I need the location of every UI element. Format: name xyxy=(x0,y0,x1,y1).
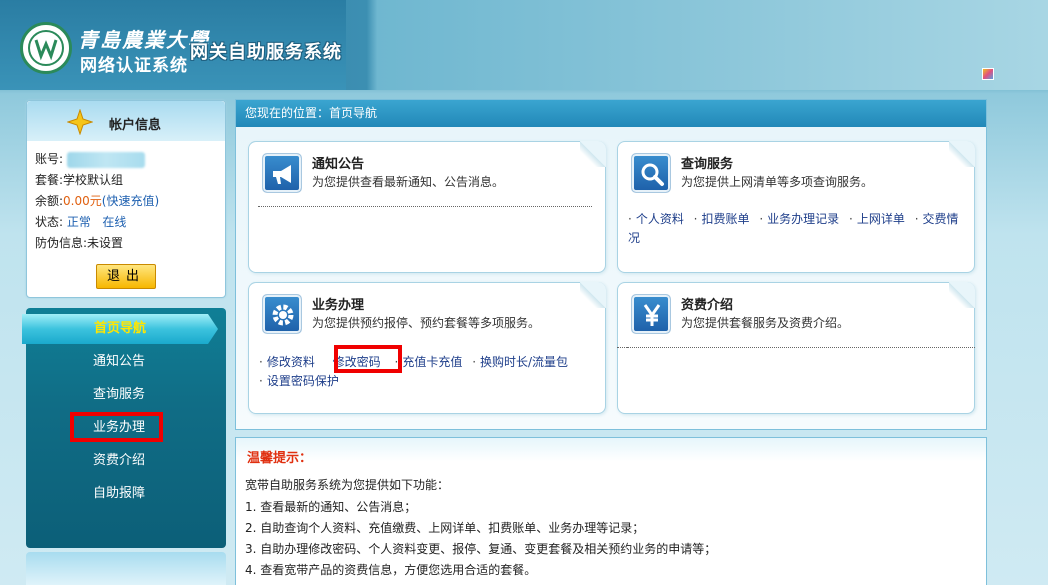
tips-intro: 宽带自助服务系统为您提供如下功能： xyxy=(245,478,450,492)
card-divider xyxy=(617,347,975,348)
main-content: 通知公告 为您提供查看最新通知、公告消息。 查询服务 为您提供上网清单等多项查询… xyxy=(236,127,986,429)
bullet: · xyxy=(259,355,263,369)
package-value: 学校默认组 xyxy=(63,173,124,187)
status-row: 状态: 正常 在线 xyxy=(35,212,225,233)
page-root: 青島農業大學 网络认证系统 网关自助服务系统 帐户信息 账号: 套餐:学校默认组… xyxy=(0,0,1048,585)
package-label: 套餐: xyxy=(35,173,64,187)
package-row: 套餐:学校默认组 xyxy=(35,170,225,191)
tips-title: 温馨提示： xyxy=(247,451,313,466)
card-title: 业务办理 xyxy=(312,298,365,313)
left-bottom-panel xyxy=(26,552,226,585)
card-notices[interactable]: 通知公告 为您提供查看最新通知、公告消息。 xyxy=(248,141,606,273)
bullet: · xyxy=(849,212,853,226)
card-business[interactable]: 业务办理 为您提供预约报停、预约套餐等多项服务。 · 修改资料 修改密码 · 充值卡… xyxy=(248,282,606,414)
account-label: 账号: xyxy=(35,152,64,166)
card-links: · 个人资料 · 扣费账单 · 业务办理记录 · 上网详单 · 交费情况 xyxy=(628,210,960,248)
tips-item: 1. 查看最新的通知、公告消息； xyxy=(245,500,417,514)
anti-fraud-label: 防伪信息: xyxy=(35,236,88,250)
card-title: 通知公告 xyxy=(312,157,365,172)
card-divider xyxy=(258,206,592,207)
nav-item-fault-report[interactable]: 自助报障 xyxy=(26,480,212,508)
quick-recharge-link[interactable]: (快速充值) xyxy=(102,194,159,208)
link-password-protection[interactable]: 设置密码保护 xyxy=(267,374,339,388)
tips-item: 2. 自助查询个人资料、充值缴费、上网详单、扣费账单、业务办理等记录； xyxy=(245,521,645,535)
account-info-title: 帐户信息 xyxy=(109,118,162,133)
card-desc: 为您提供预约报停、预约套餐等多项服务。 xyxy=(312,316,541,330)
corner-app-icon[interactable] xyxy=(982,68,994,80)
card-desc: 为您提供上网清单等多项查询服务。 xyxy=(681,175,874,189)
account-value-redacted xyxy=(66,151,145,168)
gear-icon xyxy=(262,294,302,334)
tips-item: 4. 查看宽带产品的资费信息，方便您选用合适的套餐。 xyxy=(245,563,537,577)
bullet: · xyxy=(259,374,263,388)
magnifier-icon xyxy=(631,153,671,193)
nav-item-notices[interactable]: 通知公告 xyxy=(26,348,212,376)
link-personal-info[interactable]: 个人资料 xyxy=(636,212,684,226)
status-value: 正常 xyxy=(66,215,91,229)
bullet: · xyxy=(914,212,919,226)
location-breadcrumb: 您现在的位置：首页导航 xyxy=(236,100,986,127)
card-desc: 为您提供套餐服务及资费介绍。 xyxy=(681,316,850,330)
nav-item-home[interactable]: 首页导航 xyxy=(22,314,218,344)
card-title: 查询服务 xyxy=(681,157,734,172)
tips-panel: 温馨提示： 宽带自助服务系统为您提供如下功能： 1. 查看最新的通知、公告消息；… xyxy=(235,437,987,585)
anti-fraud-row: 防伪信息:未设置 xyxy=(35,233,225,254)
card-pricing[interactable]: 资费介绍 为您提供套餐服务及资费介绍。 xyxy=(617,282,975,414)
balance-value: 0.00元 xyxy=(63,194,102,208)
nav-item-pricing[interactable]: 资费介绍 xyxy=(26,447,212,475)
online-value: 在线 xyxy=(102,215,127,229)
status-label: 状态: xyxy=(35,215,64,229)
account-info-header: 帐户信息 xyxy=(27,101,225,141)
card-title: 资费介绍 xyxy=(681,298,734,313)
account-row: 账号: xyxy=(35,149,225,170)
link-business-records[interactable]: 业务办理记录 xyxy=(767,212,839,226)
nav-item-query[interactable]: 查询服务 xyxy=(26,381,212,409)
account-info-panel: 帐户信息 账号: 套餐:学校默认组 余额:0.00元(快速充值) 状态: 正常 … xyxy=(26,100,226,298)
main-panel: 您现在的位置：首页导航 通知公告 为您提供查看最新通知、公告消息。 查询服务 为… xyxy=(235,99,987,430)
yen-icon xyxy=(631,294,671,334)
change-password-highlight-box xyxy=(334,345,402,373)
balance-row: 余额:0.00元(快速充值) xyxy=(35,191,225,212)
link-edit-profile[interactable]: 修改资料 xyxy=(267,355,315,369)
tips-item: 3. 自助办理修改密码、个人资料变更、报停、复通、变更套餐及相关预约业务的申请等… xyxy=(245,542,717,556)
system-name: 网络认证系统 xyxy=(80,56,188,76)
star-icon xyxy=(67,109,93,135)
system-title: 网关自助服务系统 xyxy=(190,42,342,63)
bullet: · xyxy=(628,212,632,226)
link-billing[interactable]: 扣费账单 xyxy=(702,212,750,226)
anti-fraud-value: 未设置 xyxy=(87,236,124,250)
header-banner: 青島農業大學 网络认证系统 网关自助服务系统 xyxy=(0,0,1048,90)
link-online-details[interactable]: 上网详单 xyxy=(857,212,905,226)
bullet: · xyxy=(693,212,698,226)
megaphone-icon xyxy=(262,153,302,193)
card-desc: 为您提供查看最新通知、公告消息。 xyxy=(312,175,505,189)
link-buy-time-data[interactable]: 换购时长/流量包 xyxy=(480,355,568,369)
bullet: · xyxy=(472,355,477,369)
balance-label: 余额: xyxy=(35,194,64,208)
bullet: · xyxy=(759,212,764,226)
link-card-recharge[interactable]: 充值卡充值 xyxy=(402,355,462,369)
card-links: · 修改资料 修改密码 · 充值卡充值 · 换购时长/流量包 · 设置密码保护 xyxy=(259,353,591,391)
nav-business-highlight-box xyxy=(70,412,163,442)
card-query[interactable]: 查询服务 为您提供上网清单等多项查询服务。 · 个人资料 · 扣费账单 · 业务办理记… xyxy=(617,141,975,273)
university-logo-icon xyxy=(20,22,72,74)
logout-button[interactable]: 退出 xyxy=(96,264,156,289)
